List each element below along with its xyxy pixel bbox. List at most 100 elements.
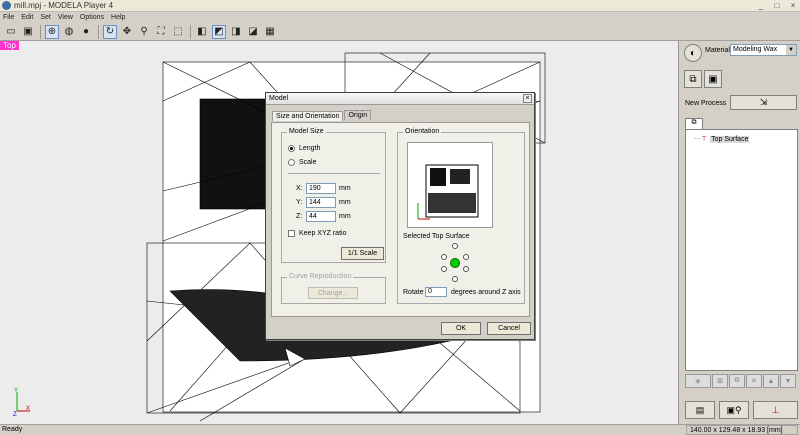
- view-globe-icon[interactable]: ◍: [62, 25, 76, 39]
- model-dialog: Model × Size and Orientation Origin Mode…: [265, 92, 535, 340]
- toolbar-separator: [190, 24, 191, 39]
- scale-label: Scale: [299, 159, 317, 166]
- ok-button[interactable]: OK: [441, 322, 481, 335]
- maximize-button[interactable]: □: [772, 1, 782, 10]
- menu-help[interactable]: Help: [111, 14, 125, 21]
- x-field: X: 190 mm: [296, 183, 351, 194]
- close-window-button[interactable]: ×: [788, 1, 798, 10]
- process-panel: ◐ Material Modeling Wax ▼ ⧉ ▣ New Proces…: [681, 41, 800, 424]
- y-unit: mm: [339, 199, 351, 206]
- selected-surface-icon: [450, 258, 460, 268]
- curve-label: Curve Reproduction: [287, 273, 354, 280]
- window-controls: _ □ ×: [756, 1, 798, 10]
- surface-ur-radio[interactable]: [463, 254, 469, 260]
- change-button[interactable]: Change...: [308, 287, 358, 299]
- cut-icon[interactable]: ⊥: [753, 401, 798, 419]
- view-iso-icon[interactable]: ⊕: [45, 24, 59, 39]
- z-field: Z: 44 mm: [296, 211, 351, 222]
- tree-tab[interactable]: ⧉: [685, 118, 703, 129]
- view-top-icon[interactable]: ◩: [212, 24, 226, 39]
- divider: [288, 173, 380, 174]
- menu-bar: File Edit Set View Options Help: [0, 12, 800, 23]
- dialog-title: Model: [269, 95, 289, 102]
- surface-ll-radio[interactable]: [441, 266, 447, 272]
- remove-icon[interactable]: ✕: [746, 374, 762, 388]
- toolbar-separator: [40, 24, 41, 39]
- dialog-close-button[interactable]: ×: [523, 94, 532, 103]
- axis-x-label: X: [26, 406, 30, 412]
- toolbar: ▭ ▣ ⊕ ◍ ● ↻ ✥ ⚲ ⛶ ⬚ ◧ ◩ ◨ ◪ ▦: [0, 23, 800, 41]
- copy-icon[interactable]: ⧉: [729, 374, 745, 388]
- tab-panel: Model Size Length Scale X: 190 mm Y: 144…: [271, 122, 530, 317]
- model-size-group: Model Size Length Scale X: 190 mm Y: 144…: [281, 128, 386, 263]
- dialog-titlebar: Model ×: [266, 93, 534, 105]
- axis-z-label: Z: [13, 412, 17, 416]
- material-value: Modeling Wax: [733, 46, 778, 53]
- save-process-icon[interactable]: ▣: [704, 70, 722, 88]
- preview-icon[interactable]: ◈: [685, 374, 711, 388]
- surface-top-radio[interactable]: [452, 243, 458, 249]
- y-input[interactable]: 144: [306, 197, 336, 208]
- view-sphere-icon[interactable]: ●: [79, 25, 93, 39]
- tree-item-label: Top Surface: [710, 135, 750, 143]
- tree-actions: ◈ ⊠ ⧉ ✕ ▲ ▼: [685, 374, 796, 388]
- menu-edit[interactable]: Edit: [21, 14, 33, 21]
- zoom-icon[interactable]: ⚲: [137, 25, 151, 39]
- zoom-window-icon[interactable]: ⬚: [171, 25, 185, 39]
- copy-process-icon[interactable]: ⧉: [684, 70, 702, 88]
- delete-icon[interactable]: ⊠: [712, 374, 728, 388]
- fit-icon[interactable]: ⛶: [154, 25, 168, 39]
- view-grid-icon[interactable]: ▦: [263, 25, 277, 39]
- view-front-icon[interactable]: ◧: [195, 25, 209, 39]
- menu-view[interactable]: View: [58, 14, 73, 21]
- move-up-icon[interactable]: ▲: [763, 374, 779, 388]
- keep-ratio-checkbox[interactable]: Keep XYZ ratio: [288, 230, 346, 237]
- open-icon[interactable]: ▭: [4, 25, 18, 39]
- process-tree[interactable]: ⋯ ⊤ Top Surface: [685, 129, 798, 371]
- preview-cut-icon[interactable]: ▣⚲: [719, 401, 749, 419]
- rotate-select[interactable]: 0: [425, 287, 447, 297]
- view-right-icon[interactable]: ◨: [229, 25, 243, 39]
- bottom-actions: ▤ ▣⚲ ⊥: [685, 401, 798, 419]
- preview-model: [417, 164, 479, 220]
- length-radio[interactable]: Length: [288, 145, 320, 152]
- minimize-button[interactable]: _: [756, 1, 766, 10]
- tab-origin[interactable]: Origin: [344, 110, 372, 120]
- material-icon[interactable]: ◐: [684, 44, 702, 62]
- pan-icon[interactable]: ✥: [120, 25, 134, 39]
- surface-lr-radio[interactable]: [463, 266, 469, 272]
- scale-radio[interactable]: Scale: [288, 159, 317, 166]
- checkbox-box: [288, 230, 295, 237]
- radio-dot: [288, 159, 295, 166]
- menu-options[interactable]: Options: [80, 14, 104, 21]
- status-bar: Ready 140.00 x 129.48 x 18.93 [mm]: [0, 424, 800, 435]
- tree-item-top-surface[interactable]: ⋯ ⊤ Top Surface: [694, 135, 750, 143]
- surface-bottom-radio[interactable]: [452, 276, 458, 282]
- orientation-label: Orientation: [403, 128, 442, 135]
- axis-indicator: Y X Z: [13, 388, 30, 416]
- surface-ul-radio[interactable]: [441, 254, 447, 260]
- z-input[interactable]: 44: [306, 211, 336, 222]
- save-icon[interactable]: ▣: [21, 25, 35, 39]
- orientation-group: Orientation Selected Top Surface Rotate …: [397, 128, 525, 304]
- z-unit: mm: [339, 213, 351, 220]
- x-input[interactable]: 190: [306, 183, 336, 194]
- move-down-icon[interactable]: ▼: [780, 374, 796, 388]
- rotate-icon[interactable]: ↻: [103, 24, 117, 39]
- y-label: Y:: [296, 199, 303, 206]
- y-field: Y: 144 mm: [296, 197, 351, 208]
- one-to-one-scale-button[interactable]: 1/1 Scale: [341, 247, 384, 260]
- material-select[interactable]: Modeling Wax ▼: [730, 44, 797, 56]
- print-icon[interactable]: ▤: [685, 401, 715, 419]
- menu-set[interactable]: Set: [40, 14, 51, 21]
- new-process-button[interactable]: ⇲: [730, 95, 797, 110]
- window-title: mill.mpj - MODELA Player 4: [14, 1, 114, 10]
- view-back-icon[interactable]: ◪: [246, 25, 260, 39]
- rotate-label: Rotate: [403, 289, 424, 296]
- z-label: Z:: [296, 213, 303, 220]
- menu-file[interactable]: File: [3, 14, 14, 21]
- cancel-button[interactable]: Cancel: [487, 322, 531, 335]
- radio-dot: [288, 145, 295, 152]
- tab-size-orientation[interactable]: Size and Orientation: [272, 111, 344, 121]
- curve-group: Curve Reproduction Change...: [281, 273, 386, 304]
